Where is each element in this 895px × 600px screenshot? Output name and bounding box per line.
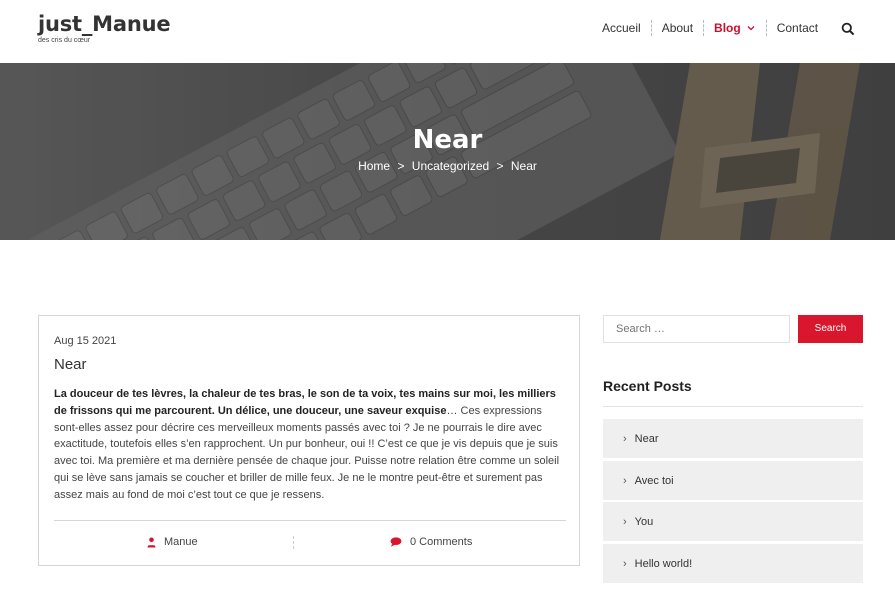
post-card: Aug 15 2021 Near La douceur de tes lèvre… — [38, 315, 580, 566]
nav-label: Accueil — [602, 21, 641, 35]
divider — [54, 520, 566, 521]
site-tagline: des cris du cœur — [38, 37, 91, 44]
chevron-right-icon: › — [623, 557, 627, 570]
post-author[interactable]: Manue — [147, 536, 198, 548]
post-body: … Ces expressions sont-elles assez pour … — [54, 404, 560, 501]
recent-post-item[interactable]: › Hello world! — [603, 544, 863, 583]
chevron-right-icon: › — [623, 474, 627, 487]
recent-post-label: Near — [634, 432, 659, 445]
post-comments[interactable]: 0 Comments — [390, 536, 472, 548]
recent-post-item[interactable]: › You — [603, 502, 863, 541]
author-name: Manue — [164, 536, 198, 548]
recent-posts-heading: Recent Posts — [603, 378, 692, 394]
user-icon — [147, 537, 156, 547]
nav-item-contact[interactable]: Contact — [765, 20, 828, 36]
nav-label: About — [661, 21, 694, 35]
breadcrumb-category[interactable]: Uncategorized — [412, 159, 489, 173]
nav-label: Blog — [714, 21, 741, 35]
comment-icon — [390, 537, 402, 547]
nav-label: Contact — [776, 21, 819, 35]
page-hero: Near Home > Uncategorized > Near — [0, 63, 895, 240]
site-title[interactable]: just_Manue — [38, 12, 171, 37]
divider — [603, 406, 863, 407]
recent-post-item[interactable]: › Near — [603, 419, 863, 458]
breadcrumb-separator: > — [397, 159, 405, 173]
main-nav: Accueil About Blog Contact — [592, 20, 828, 36]
search-button[interactable]: Search — [798, 315, 863, 343]
recent-post-label: Avec toi — [634, 474, 674, 487]
breadcrumb: Home > Uncategorized > Near — [0, 159, 895, 173]
nav-item-about[interactable]: About — [650, 20, 703, 36]
chevron-right-icon: › — [623, 515, 627, 528]
comments-count: 0 Comments — [410, 536, 473, 548]
chevron-down-icon — [747, 26, 755, 31]
meta-separator — [293, 536, 294, 549]
post-title[interactable]: Near — [54, 356, 87, 373]
site-header: just_Manue des cris du cœur Accueil Abou… — [0, 0, 895, 63]
breadcrumb-home[interactable]: Home — [358, 159, 390, 173]
nav-item-blog[interactable]: Blog — [703, 20, 766, 36]
breadcrumb-current: Near — [510, 159, 537, 173]
search-input[interactable] — [603, 315, 790, 343]
recent-post-item[interactable]: › Avec toi — [603, 461, 863, 500]
chevron-right-icon: › — [623, 432, 627, 445]
site-brand[interactable]: just_Manue des cris du cœur — [38, 12, 171, 45]
post-date: Aug 15 2021 — [54, 335, 117, 347]
post-excerpt: La douceur de tes lèvres, la chaleur de … — [54, 386, 566, 504]
breadcrumb-separator: > — [496, 159, 504, 173]
search-icon[interactable] — [841, 22, 855, 36]
recent-post-label: Hello world! — [634, 557, 693, 570]
nav-item-accueil[interactable]: Accueil — [592, 20, 651, 36]
page-title: Near — [412, 125, 483, 155]
recent-post-label: You — [634, 515, 654, 528]
